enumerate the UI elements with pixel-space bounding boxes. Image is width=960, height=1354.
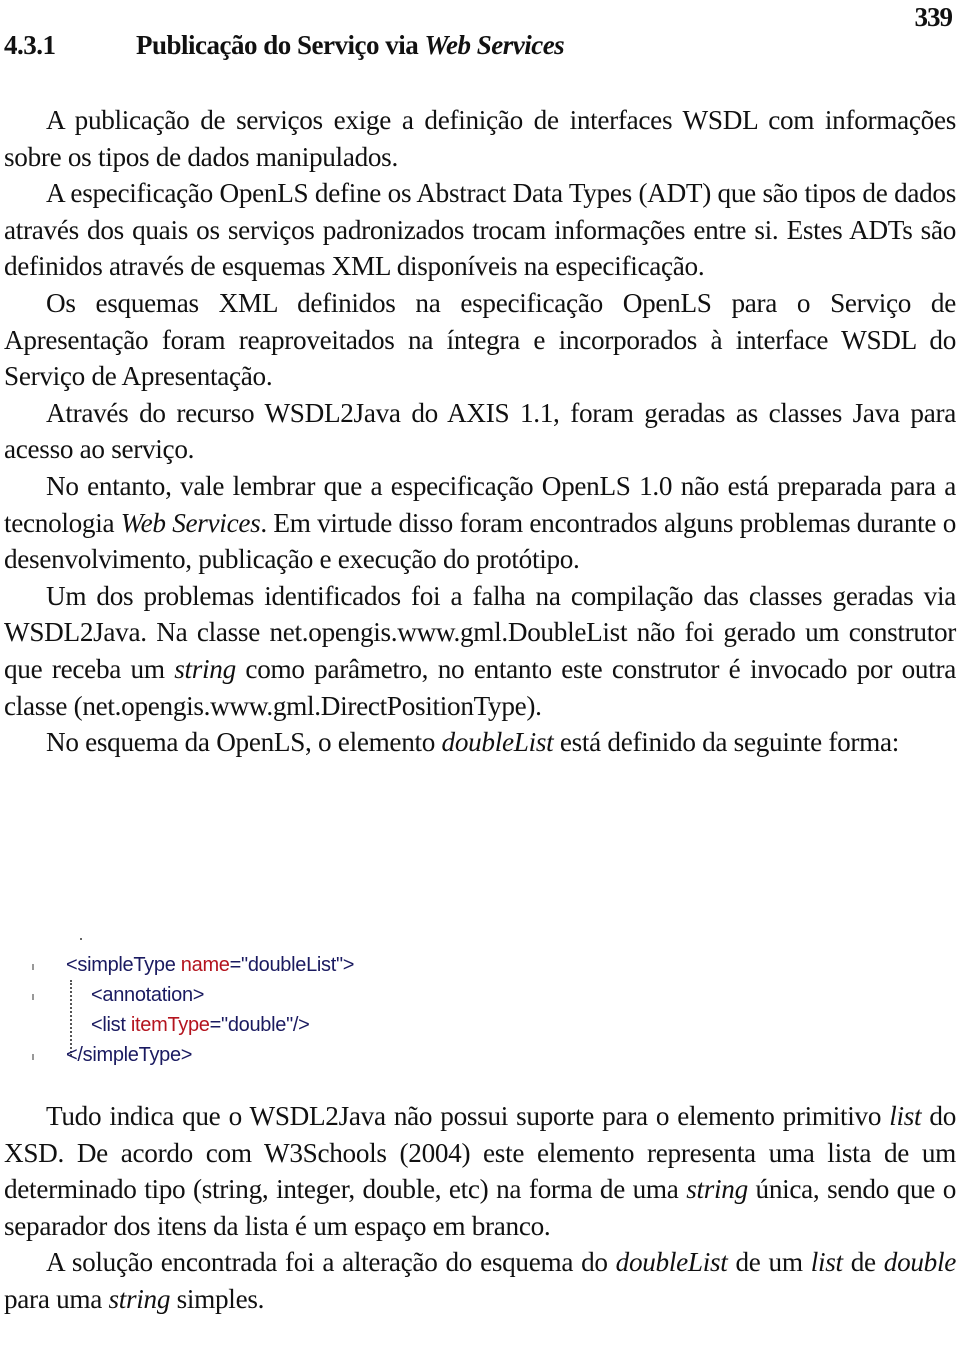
section-title: Publicação do Serviço via (136, 30, 425, 60)
text-run: simples. (170, 1283, 265, 1314)
italic-term: doubleList (441, 727, 554, 758)
italic-term: list (889, 1101, 922, 1131)
code-line: <list itemType="double"/> (91, 1010, 310, 1040)
text-run: de (842, 1247, 884, 1278)
italic-term: Web Services (120, 507, 261, 538)
xml-attribute: itemType (130, 1014, 210, 1036)
paragraph: No esquema da OpenLS, o elemento doubleL… (4, 724, 956, 761)
xml-value: ="doubleList"> (229, 954, 355, 976)
xml-attribute: name (180, 954, 230, 976)
paragraph: Um dos problemas identificados foi a fal… (4, 578, 956, 724)
paragraph: Através do recurso WSDL2Java do AXIS 1.1… (4, 397, 956, 465)
section-heading: 4.3.1 Publicação do Serviço via Web Servi… (4, 30, 565, 61)
code-line: <annotation> (91, 980, 204, 1010)
paragraph: A solução encontrada foi a alteração do … (4, 1244, 956, 1317)
italic-term: string (686, 1174, 748, 1205)
text-run: A solução encontrada foi a alteração do … (46, 1247, 616, 1278)
italic-term: list (810, 1247, 843, 1278)
text-run: No esquema da OpenLS, o elemento (46, 727, 442, 758)
xml-tag: <annotation> (91, 984, 205, 1006)
italic-term: double (883, 1247, 957, 1278)
gutter-mark (32, 1054, 34, 1060)
decorative-dot (80, 938, 82, 940)
paragraph: A especificação OpenLS define os Abstrac… (4, 178, 956, 282)
xml-value: ="double"/> (209, 1014, 310, 1036)
text-run: está definido da seguinte forma: (553, 727, 900, 758)
xml-tag: </simpleType> (66, 1044, 193, 1066)
xml-tag: <list (91, 1014, 131, 1036)
page-number: 339 (914, 2, 953, 32)
body-text-top: A publicação de serviços exige a definiç… (4, 102, 956, 761)
text-run: de um (727, 1247, 811, 1278)
text-run: Tudo indica que o WSDL2Java não possui s… (46, 1101, 890, 1131)
code-line: <simpleType name="doubleList"> (66, 950, 354, 980)
paragraph: Os esquemas XML definidos na especificaç… (4, 287, 956, 392)
paragraph: Tudo indica que o WSDL2Java não possui s… (4, 1098, 956, 1244)
paragraph: A publicação de serviços exige a definiç… (4, 105, 956, 172)
xml-schema-figure: <simpleType name="doubleList"> <annotati… (28, 938, 448, 1078)
text-run: para uma (4, 1283, 109, 1314)
section-title-italic: Web Services (424, 30, 565, 60)
body-text-bottom: Tudo indica que o WSDL2Java não possui s… (4, 1098, 956, 1318)
xml-tag: <simpleType (66, 954, 181, 976)
italic-term: string (108, 1283, 171, 1314)
section-number: 4.3.1 (4, 30, 56, 60)
code-line: </simpleType> (66, 1040, 192, 1070)
gutter-mark (32, 964, 34, 970)
italic-term: doubleList (615, 1247, 728, 1278)
gutter-mark (32, 994, 34, 1000)
italic-term: string (174, 653, 236, 684)
paragraph: No entanto, vale lembrar que a especific… (4, 468, 956, 578)
